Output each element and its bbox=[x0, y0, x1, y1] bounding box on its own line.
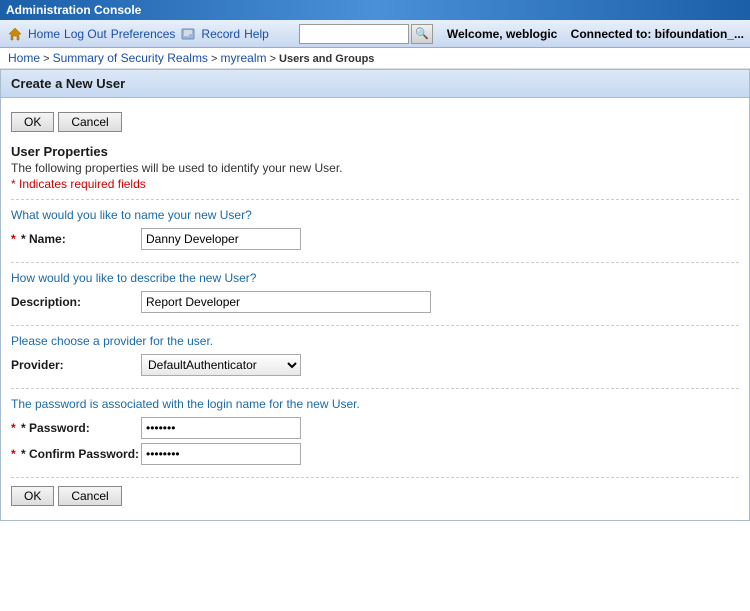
record-link[interactable]: Record bbox=[201, 27, 240, 41]
section-title: User Properties bbox=[11, 144, 739, 159]
password-label: * * Password: bbox=[11, 421, 141, 435]
search-input[interactable] bbox=[299, 24, 409, 44]
top-btn-row: OK Cancel bbox=[11, 106, 739, 138]
breadcrumb-sep3: > bbox=[270, 53, 279, 65]
breadcrumb-sep1: > bbox=[43, 53, 52, 65]
breadcrumb: Home > Summary of Security Realms > myre… bbox=[0, 48, 750, 69]
provider-select[interactable]: DefaultAuthenticator bbox=[141, 354, 301, 376]
desc-label: Description: bbox=[11, 295, 141, 309]
search-icon: 🔍 bbox=[415, 27, 429, 40]
provider-wrapper: DefaultAuthenticator bbox=[141, 354, 301, 376]
description-section: How would you like to describe the new U… bbox=[11, 262, 739, 325]
cancel-button-top[interactable]: Cancel bbox=[58, 112, 121, 132]
name-input[interactable] bbox=[141, 228, 301, 250]
desc-row: Description: bbox=[11, 291, 739, 313]
connected-text: Connected to: bifoundation_... bbox=[571, 27, 744, 41]
confirm-row: * * Confirm Password: bbox=[11, 443, 739, 465]
password-row: * * Password: bbox=[11, 417, 739, 439]
ok-button-bottom[interactable]: OK bbox=[11, 486, 54, 506]
search-button[interactable]: 🔍 bbox=[411, 24, 433, 44]
question4: The password is associated with the logi… bbox=[11, 397, 739, 411]
panel-header: Create a New User bbox=[0, 69, 750, 97]
record-icon bbox=[179, 25, 197, 43]
welcome-text: Welcome, bbox=[447, 27, 506, 41]
panel-title: Create a New User bbox=[11, 76, 125, 91]
name-required-star: * bbox=[11, 232, 16, 246]
confirm-label: * * Confirm Password: bbox=[11, 447, 141, 461]
preferences-link[interactable]: Preferences bbox=[111, 27, 176, 41]
home-icon bbox=[6, 25, 24, 43]
help-link[interactable]: Help bbox=[244, 27, 269, 41]
name-section: What would you like to name your new Use… bbox=[11, 199, 739, 262]
breadcrumb-home[interactable]: Home bbox=[8, 51, 40, 65]
breadcrumb-current: Users and Groups bbox=[279, 53, 374, 65]
title-text: Administration Console bbox=[6, 3, 141, 17]
confirm-required-star: * bbox=[11, 447, 16, 461]
breadcrumb-security[interactable]: Summary of Security Realms bbox=[53, 51, 208, 65]
ok-button-top[interactable]: OK bbox=[11, 112, 54, 132]
question3: Please choose a provider for the user. bbox=[11, 334, 739, 348]
main-content: Create a New User OK Cancel User Propert… bbox=[0, 69, 750, 521]
breadcrumb-myrealm[interactable]: myrealm bbox=[220, 51, 266, 65]
question1: What would you like to name your new Use… bbox=[11, 208, 739, 222]
name-row: * * Name: bbox=[11, 228, 739, 250]
bottom-btn-row: OK Cancel bbox=[11, 477, 739, 512]
provider-section: Please choose a provider for the user. P… bbox=[11, 325, 739, 388]
username: weblogic bbox=[506, 27, 557, 41]
password-required-star: * bbox=[11, 421, 16, 435]
section-desc: The following properties will be used to… bbox=[11, 161, 739, 175]
password-section: The password is associated with the logi… bbox=[11, 388, 739, 477]
required-note: * Indicates required fields bbox=[11, 177, 739, 191]
name-label: * * Name: bbox=[11, 232, 141, 246]
description-input[interactable] bbox=[141, 291, 431, 313]
title-bar: Administration Console bbox=[0, 0, 750, 20]
search-box: 🔍 bbox=[299, 24, 433, 44]
confirm-password-input[interactable] bbox=[141, 443, 301, 465]
cancel-button-bottom[interactable]: Cancel bbox=[58, 486, 121, 506]
password-input[interactable] bbox=[141, 417, 301, 439]
question2: How would you like to describe the new U… bbox=[11, 271, 739, 285]
welcome-area: Welcome, weblogic Connected to: bifounda… bbox=[447, 27, 744, 41]
provider-row: Provider: DefaultAuthenticator bbox=[11, 354, 739, 376]
logout-link[interactable]: Log Out bbox=[64, 27, 107, 41]
provider-label: Provider: bbox=[11, 358, 141, 372]
panel-body: OK Cancel User Properties The following … bbox=[0, 97, 750, 521]
nav-bar: Home Log Out Preferences Record Help 🔍 W… bbox=[0, 20, 750, 48]
home-link[interactable]: Home bbox=[28, 27, 60, 41]
